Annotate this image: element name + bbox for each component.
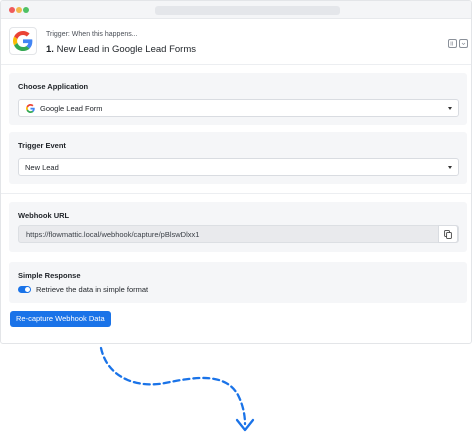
- google-logo-icon: [9, 27, 37, 55]
- app-window: Trigger: When this happens... 1. New Lea…: [0, 0, 472, 344]
- step-title: 1. New Lead in Google Lead Forms: [46, 44, 196, 55]
- webhook-url-label: Webhook URL: [18, 211, 70, 220]
- simple-response-section: Simple Response Retrieve the data in sim…: [9, 262, 467, 303]
- browser-titlebar: [1, 1, 471, 19]
- simple-response-toggle[interactable]: [18, 286, 31, 293]
- copy-icon: [444, 229, 452, 239]
- maximize-window-dot[interactable]: [23, 7, 29, 13]
- application-select[interactable]: Google Lead Form: [18, 99, 459, 117]
- browser-address-bar[interactable]: [155, 6, 340, 15]
- step-number: 1.: [46, 44, 54, 55]
- google-logo-icon: [26, 104, 35, 113]
- trigger-event-select-value: New Lead: [25, 163, 59, 172]
- chevron-down-icon: [448, 107, 452, 110]
- close-window-dot[interactable]: [9, 7, 15, 13]
- choose-application-label: Choose Application: [18, 82, 89, 91]
- webhook-url-section: Webhook URL https://flowmattic.local/web…: [9, 202, 467, 252]
- toggle-knob: [25, 287, 30, 292]
- collapse-icon[interactable]: [459, 39, 468, 48]
- step-header: Trigger: When this happens... 1. New Lea…: [1, 19, 471, 65]
- minimize-window-dot[interactable]: [16, 7, 22, 13]
- webhook-url-text: https://flowmattic.local/webhook/capture…: [26, 230, 200, 239]
- chevron-down-icon: [448, 166, 452, 169]
- simple-response-label: Simple Response: [18, 271, 81, 280]
- trigger-event-label: Trigger Event: [18, 141, 66, 150]
- webhook-url-field[interactable]: https://flowmattic.local/webhook/capture…: [18, 225, 459, 243]
- section-divider: [1, 193, 471, 194]
- trigger-event-section: Trigger Event New Lead: [9, 132, 467, 184]
- recapture-webhook-button[interactable]: Re-capture Webhook Data: [10, 311, 111, 327]
- expand-icon[interactable]: [448, 39, 457, 48]
- choose-application-section: Choose Application Google Lead Form: [9, 73, 467, 125]
- simple-response-toggle-label: Retrieve the data in simple format: [36, 285, 149, 294]
- trigger-event-select[interactable]: New Lead: [18, 158, 459, 176]
- trigger-subtitle: Trigger: When this happens...: [46, 31, 138, 38]
- step-title-text: New Lead in Google Lead Forms: [56, 44, 196, 55]
- application-select-value: Google Lead Form: [40, 104, 103, 113]
- copy-url-button[interactable]: [438, 225, 458, 243]
